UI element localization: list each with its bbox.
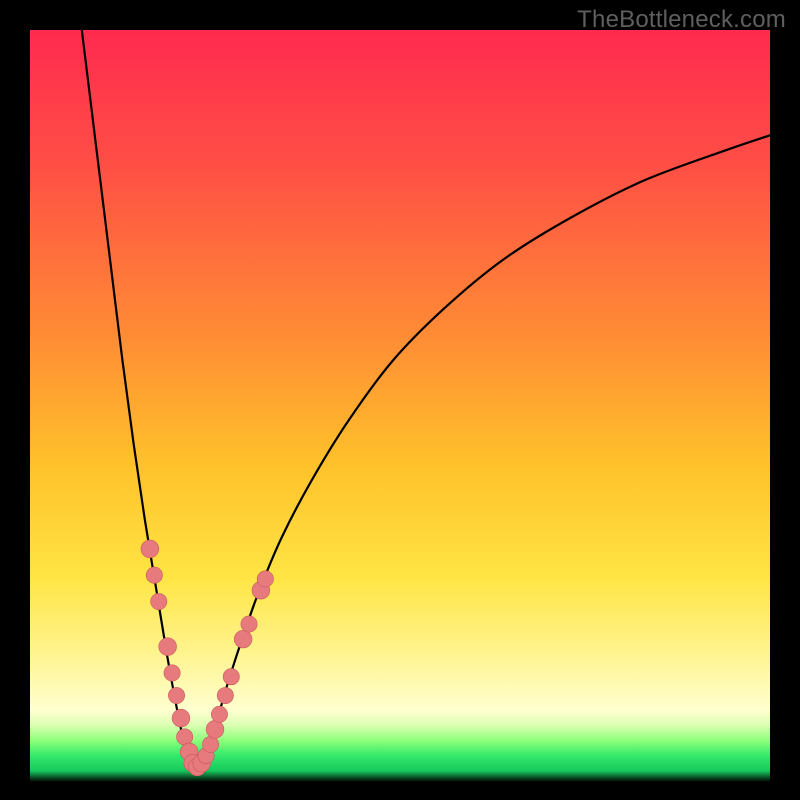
data-point (223, 669, 239, 685)
bottom-border (0, 782, 800, 800)
data-point (202, 736, 218, 752)
watermark-text: TheBottleneck.com (577, 6, 786, 34)
data-point (164, 665, 180, 681)
data-point (206, 720, 224, 738)
data-point (257, 571, 273, 587)
data-point (217, 687, 233, 703)
bottleneck-chart (0, 0, 800, 800)
data-point (168, 687, 184, 703)
data-point (141, 540, 159, 558)
data-point (159, 638, 177, 656)
data-point (241, 616, 257, 632)
data-point (177, 729, 193, 745)
data-point (172, 709, 190, 727)
plot-background (30, 30, 770, 782)
data-point (151, 593, 167, 609)
data-point (146, 567, 162, 583)
data-point (234, 630, 252, 648)
data-point (211, 706, 227, 722)
chart-stage: TheBottleneck.com (0, 0, 800, 800)
